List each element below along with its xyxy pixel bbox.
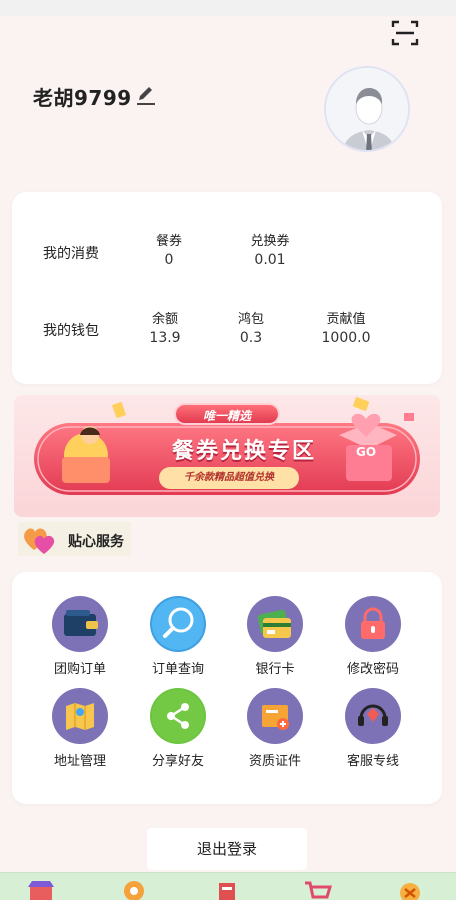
banner-title: 餐券兑换专区	[171, 439, 316, 464]
stat-value: 0.3	[239, 330, 263, 346]
exchange-zone-banner[interactable]: 唯一精选 餐券兑换专区 千余款精品超值兑换 GO	[14, 395, 440, 517]
services-header: 贴心服务	[18, 522, 131, 556]
stat-label: 餐券	[155, 234, 182, 249]
logout-button[interactable]: 退出登录	[147, 828, 307, 870]
banner-go-label: GO	[355, 445, 377, 459]
share-icon	[150, 688, 206, 744]
services-title: 贴心服务	[68, 534, 124, 550]
avatar[interactable]	[324, 66, 410, 152]
consumption-label: 我的消费	[43, 246, 99, 262]
stat-value: 0	[164, 252, 174, 268]
certificate-icon	[247, 688, 303, 744]
edit-icon[interactable]	[134, 83, 158, 107]
service-label: 客服专线	[346, 754, 399, 769]
balance-stat[interactable]: 余额 13.9	[140, 311, 190, 347]
service-label: 地址管理	[53, 754, 106, 769]
map-icon	[52, 688, 108, 744]
bottom-tab-bar	[0, 872, 456, 900]
contribution-stat[interactable]: 贡献值 1000.0	[316, 311, 376, 347]
lock-icon	[345, 596, 401, 652]
service-label: 资质证件	[248, 754, 301, 769]
headset-icon	[345, 688, 401, 744]
service-address[interactable]: 地址管理	[35, 688, 125, 769]
service-share[interactable]: 分享好友	[133, 688, 223, 769]
red-packet-stat[interactable]: 鸿包 0.3	[227, 311, 275, 347]
banner-tag: 唯一精选	[174, 403, 280, 425]
service-order-query[interactable]: 订单查询	[133, 596, 223, 677]
service-label: 修改密码	[346, 662, 399, 677]
stat-value: 13.9	[149, 330, 181, 346]
service-label: 银行卡	[255, 662, 295, 677]
scan-icon[interactable]	[390, 18, 420, 48]
banner-subtitle: 千余款精品超值兑换	[159, 467, 299, 489]
service-group-orders[interactable]: 团购订单	[35, 596, 125, 677]
tab-profile-icon[interactable]	[395, 879, 425, 900]
tab-cart-icon[interactable]	[303, 879, 333, 900]
exchange-coupon-stat[interactable]: 兑换券 0.01	[242, 233, 298, 269]
wallet-label: 我的钱包	[43, 323, 99, 339]
service-hotline[interactable]: 客服专线	[328, 688, 418, 769]
service-label: 团购订单	[53, 662, 106, 677]
wallet-icon	[52, 596, 108, 652]
bank-card-icon	[247, 596, 303, 652]
service-label: 订单查询	[151, 662, 204, 677]
stat-value: 0.01	[254, 252, 286, 268]
hearts-icon	[24, 528, 55, 554]
tab-shop-icon[interactable]	[26, 879, 56, 900]
stat-label: 余额	[151, 312, 178, 327]
service-label: 分享好友	[151, 754, 204, 769]
wallet-card: 我的消费 餐券 0 兑换券 0.01 我的钱包 余额 13.9 鸿包 0.3 贡…	[12, 192, 442, 384]
services-card: 团购订单 订单查询 银行卡 修改密码 地址管理 分享好友 资质证件 客服专线	[12, 572, 442, 804]
username: 老胡9799	[33, 86, 132, 110]
search-icon	[150, 596, 206, 652]
meal-coupon-stat[interactable]: 餐券 0	[142, 233, 196, 269]
tab-location-icon[interactable]	[119, 879, 149, 900]
status-bar	[0, 0, 456, 16]
stat-value: 1000.0	[321, 330, 371, 346]
service-bank-card[interactable]: 银行卡	[230, 596, 320, 677]
stat-label: 贡献值	[326, 312, 366, 327]
service-change-password[interactable]: 修改密码	[328, 596, 418, 677]
stat-label: 兑换券	[250, 234, 290, 249]
tab-orders-icon[interactable]	[212, 879, 242, 900]
service-certificates[interactable]: 资质证件	[230, 688, 320, 769]
avatar-person-icon	[326, 68, 408, 150]
stat-label: 鸿包	[237, 312, 264, 327]
